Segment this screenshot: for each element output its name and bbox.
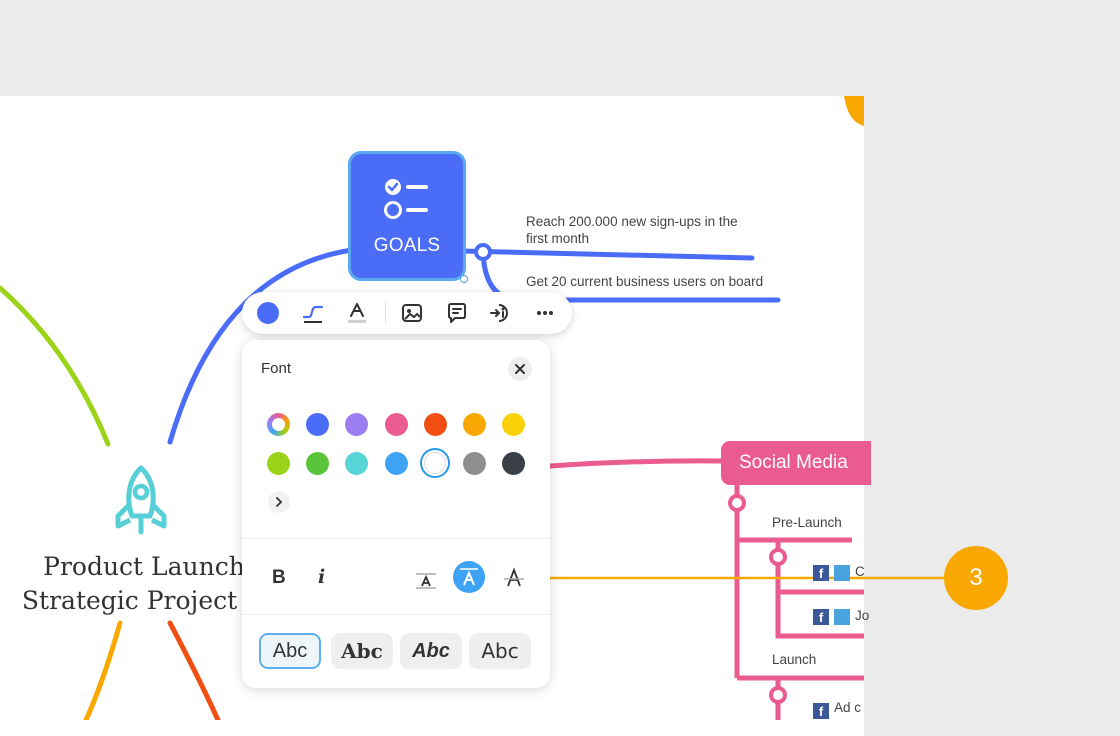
color-swatch-blue[interactable] bbox=[306, 413, 329, 436]
mind-map-stage: Product Launch Strategic Project # GOALS… bbox=[0, 0, 1120, 736]
checklist-icon bbox=[382, 176, 432, 227]
panel-divider bbox=[242, 614, 550, 615]
comment-icon bbox=[448, 303, 466, 323]
goal-item-signups-line1: Reach 200.000 new sign-ups in the bbox=[526, 214, 738, 229]
text-position-top-icon bbox=[504, 567, 524, 587]
launch-topic[interactable]: Launch bbox=[772, 652, 816, 667]
goals-topic-node[interactable]: GOALS bbox=[351, 154, 463, 278]
facebook-icon: f bbox=[813, 703, 829, 719]
insert-info-button[interactable] bbox=[488, 301, 514, 325]
facebook-icon: f bbox=[813, 609, 829, 625]
text-position-middle-button[interactable] bbox=[453, 561, 485, 593]
step-callout-badge: 3 bbox=[944, 546, 1008, 610]
image-button[interactable] bbox=[399, 301, 425, 325]
line-style-button[interactable] bbox=[300, 301, 326, 325]
pre-launch-leaf-1[interactable]: C bbox=[855, 564, 865, 579]
topic-color-button[interactable] bbox=[255, 301, 281, 325]
insert-icon bbox=[490, 304, 508, 322]
text-position-bottom-button[interactable] bbox=[410, 562, 442, 594]
text-position-bottom-icon bbox=[416, 573, 436, 589]
color-swatch-purple[interactable] bbox=[345, 413, 368, 436]
facebook-icon: f bbox=[813, 565, 829, 581]
color-swatch-charcoal[interactable] bbox=[502, 452, 525, 475]
image-icon bbox=[402, 304, 422, 322]
color-swatch-red[interactable] bbox=[424, 413, 447, 436]
goals-label: GOALS bbox=[373, 235, 441, 256]
bold-button[interactable]: B bbox=[272, 567, 286, 589]
panel-divider bbox=[242, 538, 550, 539]
color-swatch-orange[interactable] bbox=[463, 413, 486, 436]
resize-handle[interactable] bbox=[460, 275, 468, 283]
social-media-topic-node[interactable]: Social Media bbox=[721, 441, 871, 485]
comment-button[interactable] bbox=[444, 301, 470, 325]
rocket-icon bbox=[110, 464, 172, 536]
color-swatch-yellow[interactable] bbox=[502, 413, 525, 436]
color-swatch-rainbow[interactable] bbox=[267, 413, 290, 436]
pre-launch-topic[interactable]: Pre-Launch bbox=[772, 515, 842, 530]
font-preset-2[interactable]: Abc bbox=[331, 633, 393, 669]
font-panel: Font B i Abc Abc Abc Abc bbox=[242, 340, 550, 688]
font-panel-title: Font bbox=[261, 360, 292, 377]
font-preset-4[interactable]: Abc bbox=[469, 633, 531, 669]
color-swatch-lime[interactable] bbox=[267, 452, 290, 475]
text-position-middle-icon bbox=[460, 568, 478, 586]
font-preset-3[interactable]: Abc bbox=[400, 633, 462, 669]
connector-icon bbox=[302, 305, 324, 323]
font-panel-close-button[interactable] bbox=[508, 357, 532, 381]
more-button[interactable] bbox=[532, 301, 558, 325]
font-preset-1[interactable]: Abc bbox=[259, 633, 321, 669]
more-colors-button[interactable] bbox=[268, 491, 290, 513]
goal-item-business-users[interactable]: Get 20 current business users on board bbox=[526, 273, 763, 290]
color-swatch-gray[interactable] bbox=[463, 452, 486, 475]
node-toolbar bbox=[242, 292, 572, 334]
twitter-icon bbox=[834, 565, 850, 581]
font-color-icon bbox=[348, 303, 366, 323]
color-dot-icon bbox=[257, 302, 279, 324]
close-icon bbox=[515, 364, 525, 374]
color-swatch-sky[interactable] bbox=[385, 452, 408, 475]
launch-leaf-1[interactable]: Ad c bbox=[834, 700, 861, 715]
color-swatch-white-selected[interactable] bbox=[420, 448, 450, 478]
chevron-right-icon bbox=[276, 497, 283, 507]
italic-button[interactable]: i bbox=[318, 566, 325, 588]
twitter-icon bbox=[834, 609, 850, 625]
ellipsis-icon bbox=[537, 311, 553, 315]
goal-item-signups[interactable]: Reach 200.000 new sign-ups in the first … bbox=[526, 213, 738, 247]
font-button[interactable] bbox=[344, 301, 370, 325]
color-swatch-pink[interactable] bbox=[385, 413, 408, 436]
text-position-top-button[interactable] bbox=[498, 562, 530, 594]
color-swatch-teal[interactable] bbox=[345, 452, 368, 475]
color-swatch-green[interactable] bbox=[306, 452, 329, 475]
pre-launch-leaf-2[interactable]: Jo bbox=[855, 608, 869, 623]
toolbar-divider bbox=[385, 302, 386, 324]
goal-item-signups-line2: first month bbox=[526, 231, 590, 246]
